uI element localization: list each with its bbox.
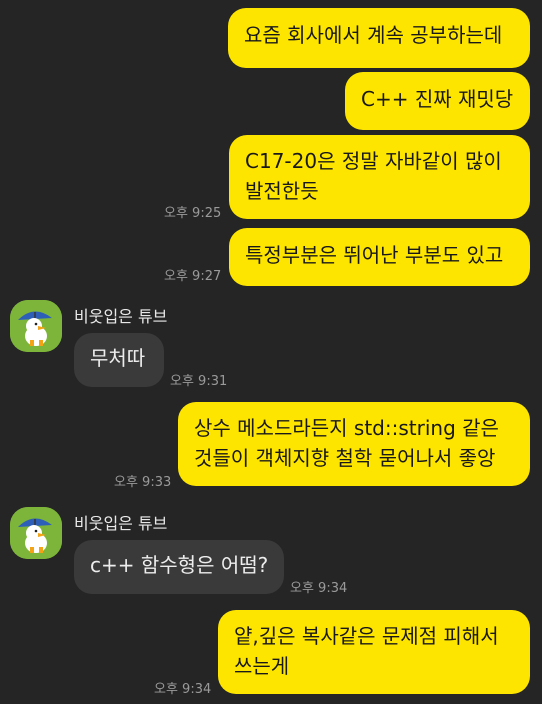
message-text: C++ 진짜 재밋당 [361, 87, 514, 111]
message-time: 오후 9:34 [290, 581, 348, 596]
friend-avatar[interactable] [10, 300, 62, 352]
message-time: 오후 9:25 [164, 206, 222, 221]
my-message-bubble[interactable]: 얕,깊은 복사같은 문제점 피해서 쓰는게 [218, 610, 530, 694]
sender-name: 비웃입은 튜브 [74, 307, 168, 326]
message-text: 쓰는게 [234, 654, 290, 678]
duck-with-umbrella-icon [10, 507, 62, 559]
duck-with-umbrella-icon [10, 300, 62, 352]
message-text: 요즘 회사에서 계속 공부하는데 [244, 23, 503, 47]
sender-name: 비웃입은 튜브 [74, 514, 168, 533]
message-time: 오후 9:33 [114, 475, 172, 490]
their-message-bubble[interactable]: c++ 함수형은 어떰? [74, 540, 284, 594]
message-time: 오후 9:27 [164, 269, 222, 284]
my-message-bubble[interactable]: C++ 진짜 재밋당 [345, 72, 530, 130]
message-text: 특정부분은 뛰어난 부분도 있고 [245, 243, 504, 267]
my-message-bubble[interactable]: 상수 메소드라든지 std::string 같은 것들이 객체지향 철학 묻어나… [178, 402, 530, 486]
message-text: 것들이 객체지향 철학 묻어나서 좋앙 [194, 446, 496, 470]
their-message-bubble[interactable]: 무처따 [74, 333, 164, 387]
message-time: 오후 9:34 [154, 682, 212, 697]
message-text: 무처따 [90, 346, 146, 370]
message-text: 얕,깊은 복사같은 문제점 피해서 [234, 624, 499, 648]
my-message-bubble[interactable]: 요즘 회사에서 계속 공부하는데 [228, 8, 530, 68]
message-text: 상수 메소드라든지 std::string 같은 [194, 416, 499, 440]
friend-avatar[interactable] [10, 507, 62, 559]
message-text: c++ 함수형은 어떰? [90, 553, 269, 577]
my-message-bubble[interactable]: 특정부분은 뛰어난 부분도 있고 [229, 228, 530, 286]
message-text: 발전한듯 [245, 179, 319, 203]
my-message-bubble[interactable]: C17-20은 정말 자바같이 많이 발전한듯 [229, 135, 530, 219]
message-text: C17-20은 정말 자바같이 많이 [245, 149, 502, 173]
message-time: 오후 9:31 [170, 374, 228, 389]
